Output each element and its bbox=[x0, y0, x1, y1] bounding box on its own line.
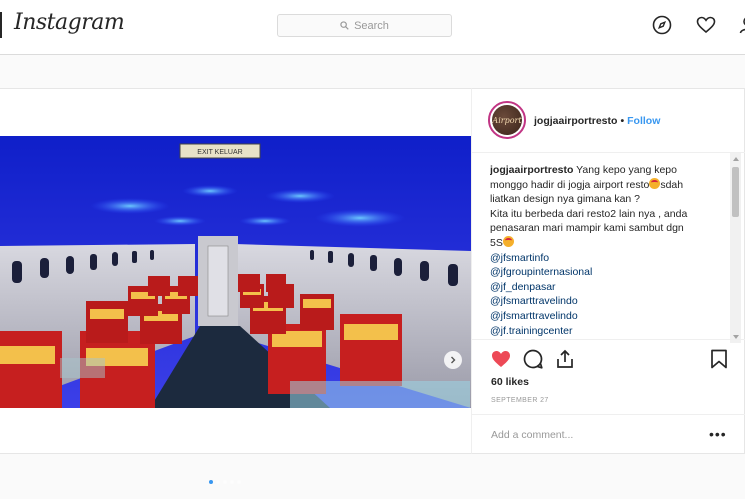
avatar-logo: Airport bbox=[492, 105, 522, 135]
explore-compass-icon[interactable] bbox=[652, 15, 672, 35]
caption-line-6: 5S bbox=[490, 236, 503, 249]
like-heart-icon[interactable] bbox=[490, 348, 512, 370]
post-media-container: EXIT KELUAR bbox=[0, 88, 471, 484]
scroll-up-arrow-icon[interactable] bbox=[733, 157, 739, 161]
caption-mention[interactable]: @jf_denpasar bbox=[490, 280, 730, 295]
author-avatar[interactable]: Airport bbox=[488, 101, 526, 139]
search-input[interactable]: Search bbox=[277, 14, 452, 37]
carousel-dot bbox=[237, 480, 241, 484]
airplane-cabin-image: EXIT KELUAR bbox=[0, 136, 471, 408]
post-actions: 60 likes SEPTEMBER 27 Add a comment... •… bbox=[472, 339, 745, 455]
more-options-icon[interactable]: ••• bbox=[709, 426, 727, 442]
header-separator: • bbox=[620, 115, 625, 127]
profile-user-icon[interactable] bbox=[738, 15, 745, 35]
caption-scrollbar[interactable] bbox=[730, 153, 741, 343]
carousel-dot-active bbox=[209, 480, 213, 484]
post-sidebar: Airport jogjaairportresto • Follow jogjaai… bbox=[471, 88, 745, 454]
instagram-logo[interactable]: Instagram bbox=[14, 10, 125, 35]
caption-mention[interactable]: @jfsmarttravelindo bbox=[490, 294, 730, 309]
caption-line-1: Yang kepo yang kepo bbox=[576, 164, 677, 176]
caption-mention[interactable]: @jfsmartinfo bbox=[490, 251, 730, 266]
post-photo[interactable]: EXIT KELUAR bbox=[0, 136, 471, 408]
comment-section: Add a comment... ••• bbox=[472, 414, 745, 456]
chevron-right-icon bbox=[451, 356, 456, 364]
carousel-dot bbox=[223, 480, 227, 484]
exit-sign-text: EXIT KELUAR bbox=[197, 149, 242, 156]
search-icon bbox=[340, 21, 349, 30]
heart-eyes-emoji-icon bbox=[649, 177, 661, 189]
caption-username[interactable]: jogjaairportresto bbox=[490, 164, 573, 176]
carousel-next-button[interactable] bbox=[444, 351, 462, 369]
post-date: SEPTEMBER 27 bbox=[491, 397, 549, 404]
carousel-dot bbox=[230, 480, 234, 484]
top-navigation-bar: Instagram Search bbox=[0, 0, 745, 55]
caption-mention[interactable]: @jf.trainingcenter bbox=[490, 324, 730, 339]
heart-eyes-emoji-icon bbox=[502, 235, 514, 247]
share-icon[interactable] bbox=[554, 348, 576, 370]
search-placeholder: Search bbox=[354, 19, 389, 32]
author-username[interactable]: jogjaairportresto bbox=[534, 115, 617, 127]
caption-line-2b: sdah bbox=[660, 178, 684, 191]
caption-line-4: Kita itu berbeda dari resto2 lain nya , … bbox=[490, 207, 688, 220]
bookmark-icon[interactable] bbox=[708, 348, 730, 370]
carousel-indicator bbox=[209, 480, 241, 484]
follow-button[interactable]: Follow bbox=[627, 115, 660, 127]
caption-mention[interactable]: @jfgroupinternasional bbox=[490, 265, 730, 280]
post-caption: jogjaairportresto Yang kepo yang kepo mo… bbox=[490, 163, 730, 339]
caption-line-3: liatkan design nya gimana kan ? bbox=[490, 193, 641, 206]
carousel-dot bbox=[216, 480, 220, 484]
logo-divider bbox=[0, 12, 2, 38]
caption-line-2: monggo hadir di jogja airport resto bbox=[490, 178, 650, 191]
activity-heart-icon[interactable] bbox=[696, 15, 716, 35]
scrollbar-thumb[interactable] bbox=[732, 167, 739, 217]
post-header: Airport jogjaairportresto • Follow bbox=[472, 89, 745, 153]
caption-line-5: penasaran mari mampir kami sambut dgn bbox=[490, 222, 684, 235]
add-comment-input[interactable]: Add a comment... bbox=[491, 429, 573, 441]
post-header-text: jogjaairportresto • Follow bbox=[534, 115, 660, 127]
likes-count[interactable]: 60 likes bbox=[491, 376, 529, 388]
caption-mention[interactable]: @jfsmarttravelindo bbox=[490, 309, 730, 324]
comment-icon[interactable] bbox=[522, 348, 544, 370]
